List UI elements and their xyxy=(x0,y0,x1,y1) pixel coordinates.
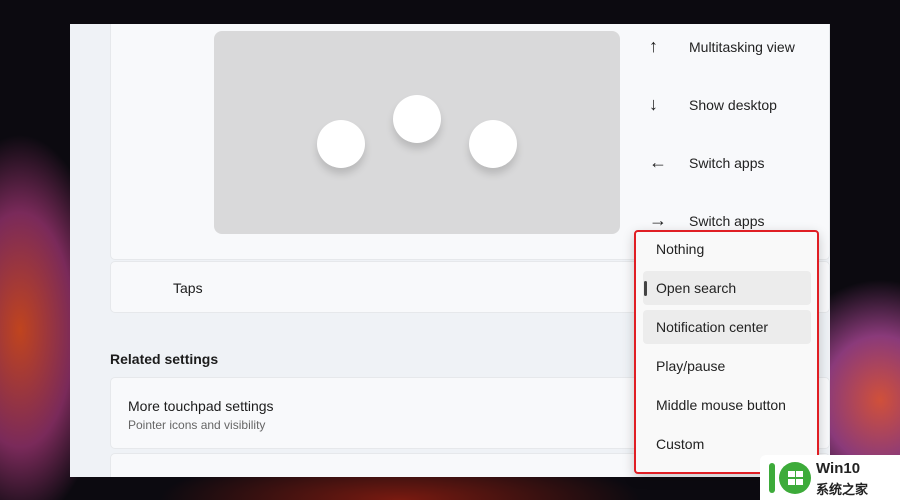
arrow-down-icon: ↓ xyxy=(649,94,658,114)
watermark-sub: 系统之家 xyxy=(816,482,869,497)
gesture-down: ↓ Show desktop xyxy=(649,94,777,115)
finger-dot xyxy=(469,120,517,168)
arrow-right-icon: → xyxy=(649,210,667,230)
option-middle-mouse-button[interactable]: Middle mouse button xyxy=(643,388,811,422)
gesture-label: Show desktop xyxy=(689,96,777,113)
finger-dot xyxy=(317,120,365,168)
arrow-up-icon: ↑ xyxy=(649,36,658,56)
logo-bar xyxy=(769,463,775,493)
item-subtitle: Pointer icons and visibility xyxy=(128,418,266,432)
option-open-search[interactable]: Open search xyxy=(643,271,811,305)
windows-logo-icon xyxy=(779,462,811,494)
arrow-left-icon: ← xyxy=(649,152,667,172)
touchpad-illustration xyxy=(214,31,620,234)
watermark-brand: Win10 xyxy=(816,460,861,477)
taps-dropdown-menu: Nothing Open search Notification center … xyxy=(634,230,819,474)
gesture-right: → Switch apps xyxy=(649,210,764,231)
gesture-card: ↑ Multitasking view ↓ Show desktop ← Switch… xyxy=(110,24,830,260)
taps-label: Taps xyxy=(173,280,203,296)
watermark-logo: Win10 系统之家 xyxy=(760,455,900,500)
related-settings-heading: Related settings xyxy=(110,351,219,367)
gesture-label: Switch apps xyxy=(689,154,765,171)
option-notification-center[interactable]: Notification center xyxy=(643,310,811,344)
gesture-left: ← Switch apps xyxy=(649,152,764,173)
item-title: More touchpad settings xyxy=(128,398,274,414)
gesture-up: ↑ Multitasking view xyxy=(649,36,795,57)
gesture-label: Multitasking view xyxy=(689,38,795,55)
finger-dot xyxy=(393,95,441,143)
gesture-label: Switch apps xyxy=(689,212,765,229)
option-nothing[interactable]: Nothing xyxy=(643,232,811,266)
option-play-pause[interactable]: Play/pause xyxy=(643,349,811,383)
